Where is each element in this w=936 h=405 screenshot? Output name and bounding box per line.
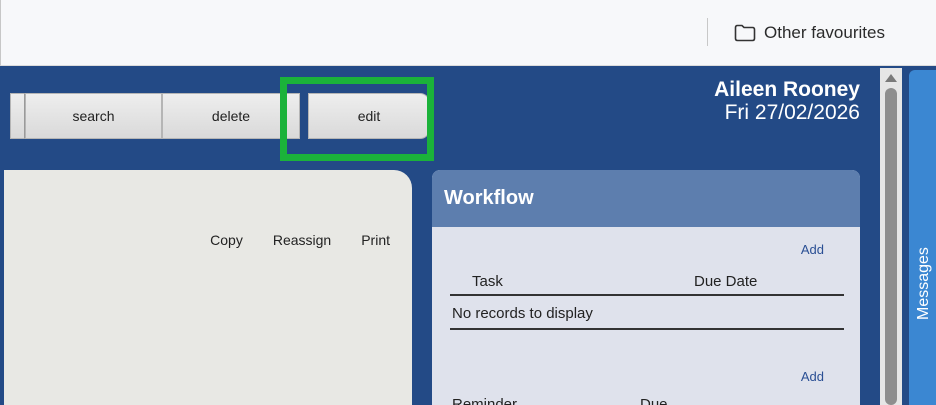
table-bottom-divider [450, 328, 844, 330]
bookmarks-bar: Other favourites [0, 0, 936, 66]
bookmarks-divider [707, 18, 708, 46]
messages-side-tab[interactable]: Messages [909, 70, 936, 405]
toolbar-button-partial[interactable] [10, 93, 25, 139]
task-column-header[interactable]: Task [472, 273, 503, 290]
reassign-link[interactable]: Reassign [273, 232, 331, 248]
folder-icon [734, 24, 756, 42]
user-info: Aileen Rooney Fri 27/02/2026 [714, 78, 860, 124]
user-name: Aileen Rooney [714, 78, 860, 101]
no-records-message: No records to display [452, 305, 593, 322]
other-favourites-folder[interactable]: Other favourites [734, 20, 885, 46]
vertical-scrollbar[interactable] [880, 68, 902, 405]
current-date: Fri 27/02/2026 [724, 101, 860, 124]
due-date-column-header[interactable]: Due Date [694, 273, 757, 290]
table-header-divider [450, 294, 844, 296]
search-button[interactable]: search [25, 93, 162, 139]
workflow-panel: Workflow Add Task Due Date No records to… [432, 170, 860, 405]
scroll-up-arrow-icon[interactable] [885, 74, 897, 82]
other-favourites-label: Other favourites [764, 23, 885, 42]
edit-highlight-box [280, 77, 434, 161]
record-actions: Copy Reassign Print [210, 232, 390, 248]
reminder-due-column-header[interactable]: Due [640, 396, 668, 405]
copy-link[interactable]: Copy [210, 232, 243, 248]
main-panel: Copy Reassign Print [4, 170, 412, 405]
messages-tab-label: Messages [915, 247, 932, 320]
scroll-thumb[interactable] [885, 88, 897, 405]
print-link[interactable]: Print [361, 232, 390, 248]
workflow-title: Workflow [432, 170, 860, 227]
add-reminder-link[interactable]: Add [801, 369, 824, 384]
reminder-column-header[interactable]: Reminder [452, 396, 517, 405]
add-task-link[interactable]: Add [801, 242, 824, 257]
